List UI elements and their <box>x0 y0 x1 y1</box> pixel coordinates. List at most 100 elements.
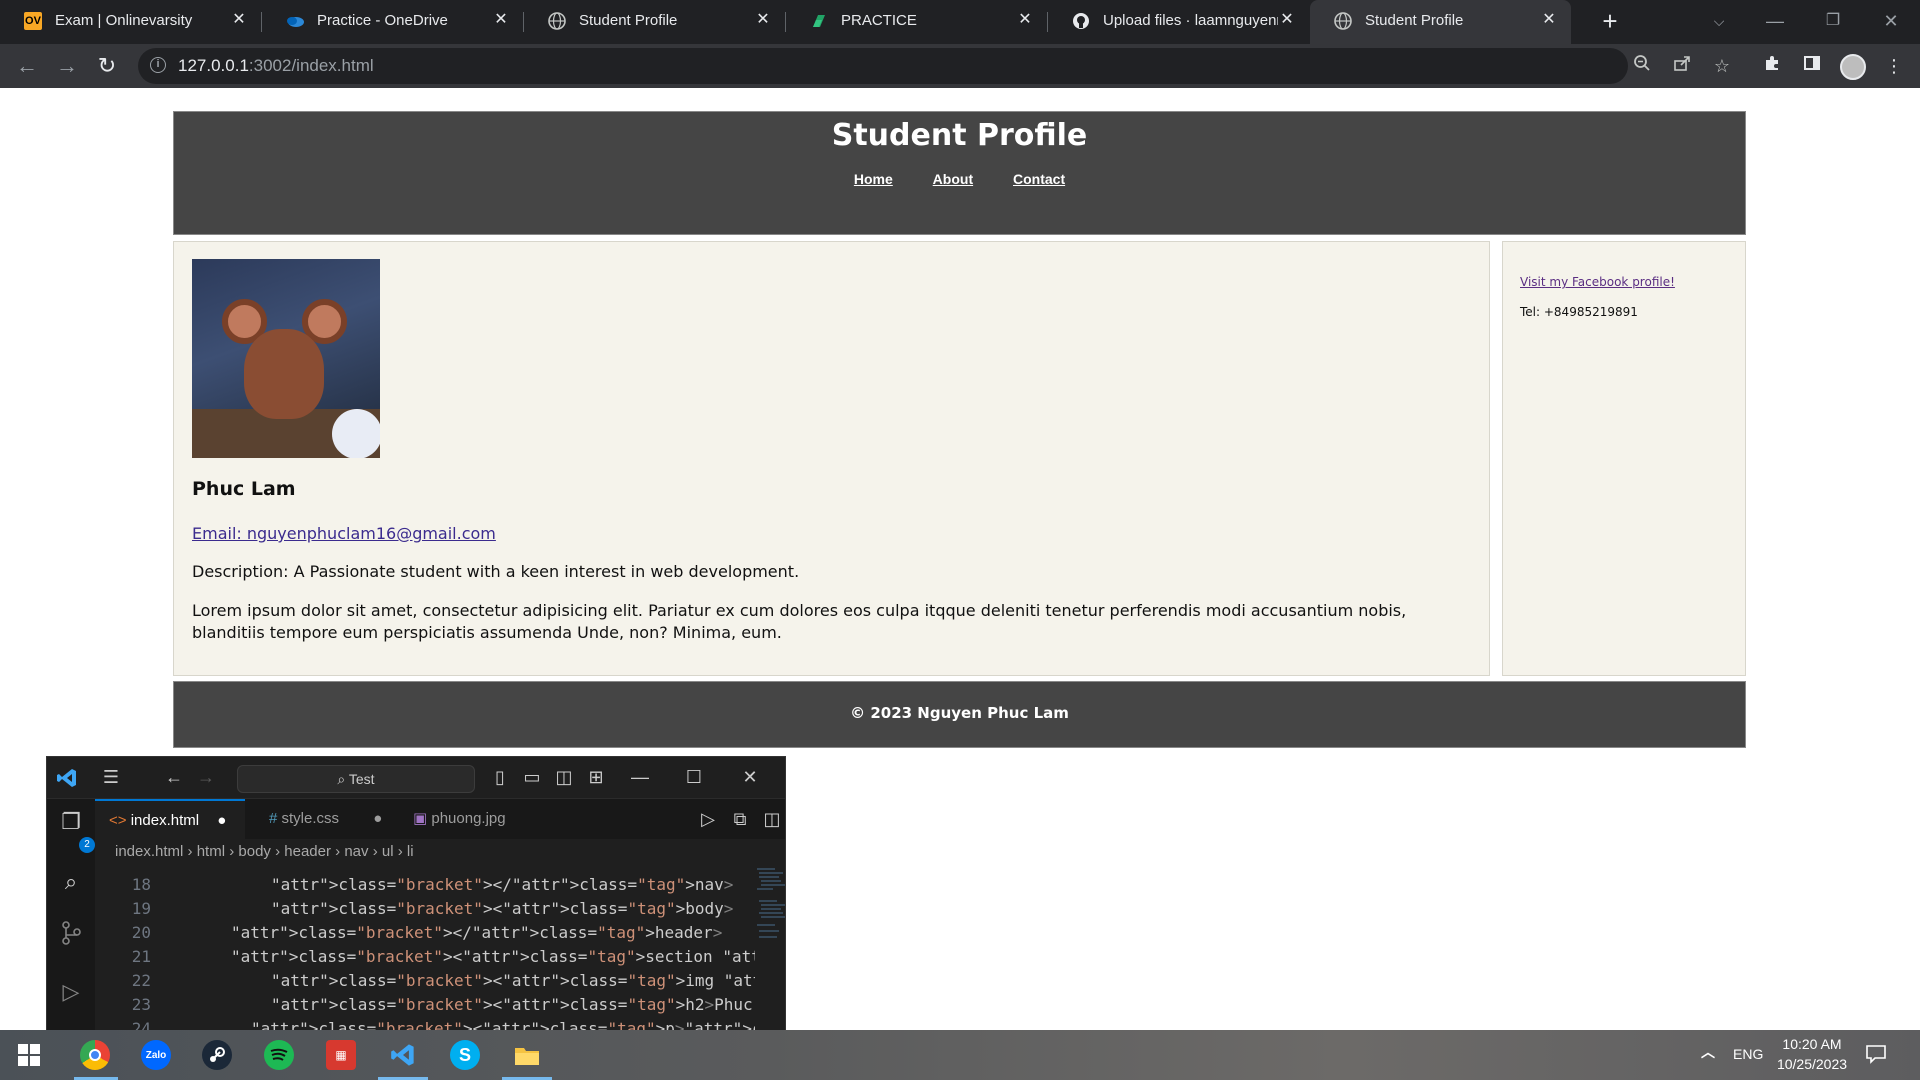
close-icon[interactable]: ✕ <box>1539 10 1559 30</box>
code-line[interactable]: 21 "attr">class="bracket"><"attr">class="… <box>95 945 785 969</box>
page-title: Student Profile <box>831 118 1088 153</box>
extensions-icon[interactable] <box>1758 52 1786 80</box>
editor-tab-phuong-jpg[interactable]: ▣ phuong.jpg <box>395 799 535 839</box>
breadcrumb-item[interactable]: header <box>284 843 331 860</box>
site-footer: © 2023 Nguyen Phuc Lam <box>173 681 1746 748</box>
open-preview-icon[interactable]: ⧉ <box>729 809 751 830</box>
unsaved-dot-icon[interactable]: ● <box>373 810 382 827</box>
vscode-close-icon[interactable]: ✕ <box>739 767 761 788</box>
tab-title: Practice - OneDrive <box>317 12 448 29</box>
editor-tab-index-html[interactable]: <> index.html ● <box>95 799 245 839</box>
editor-tab-style-css[interactable]: # style.css ● <box>245 799 395 839</box>
forward-icon[interactable]: → <box>53 52 81 80</box>
hamburger-menu-icon[interactable]: ☰ <box>99 767 123 788</box>
tab-exam[interactable]: OV Exam | Onlinevarsity ✕ <box>0 0 261 44</box>
breadcrumb-separator-icon: › <box>393 843 407 860</box>
image-file-icon: ▣ <box>413 810 428 827</box>
explorer-icon[interactable]: ❐ <box>59 809 83 835</box>
email-link[interactable]: Email: nguyenphuclam16@gmail.com <box>192 524 496 543</box>
search-panel-icon[interactable]: ⌕ <box>59 869 83 895</box>
close-icon[interactable]: ✕ <box>753 10 773 30</box>
line-number: 22 <box>131 971 151 990</box>
run-debug-icon[interactable]: ▷ <box>59 979 83 1005</box>
toggle-primary-sidebar-icon[interactable]: ▯ <box>489 767 511 788</box>
zalo-taskbar-icon[interactable]: Zalo <box>141 1040 171 1070</box>
split-editor-icon[interactable]: ◫ <box>761 809 783 830</box>
vscode-maximize-icon[interactable]: ☐ <box>683 767 705 788</box>
profile-photo <box>192 259 380 458</box>
notification-icon[interactable] <box>1864 1042 1888 1066</box>
office-taskbar-icon[interactable]: ▦ <box>326 1040 356 1070</box>
bookmark-star-icon[interactable]: ☆ <box>1708 52 1736 80</box>
source-control-icon[interactable] <box>59 921 83 950</box>
vscode-minimize-icon[interactable]: — <box>629 767 651 788</box>
address-url[interactable]: 127.0.0.1:3002/index.html <box>178 56 374 76</box>
code-line[interactable]: 19 "attr">class="bracket"><"attr">class="… <box>95 897 734 921</box>
language-indicator[interactable]: ENG <box>1733 1046 1763 1062</box>
skype-taskbar-icon[interactable]: S <box>450 1040 480 1070</box>
windows-start-icon[interactable] <box>14 1040 44 1070</box>
close-icon[interactable]: ✕ <box>1015 10 1035 30</box>
chrome-taskbar-icon[interactable] <box>80 1040 110 1070</box>
close-icon[interactable]: ✕ <box>491 10 511 30</box>
clock[interactable]: 10:20 AM 10/25/2023 <box>1770 1034 1854 1074</box>
breadcrumb-item[interactable]: body <box>238 843 271 860</box>
command-center-search[interactable]: ⌕ Test <box>237 765 475 793</box>
profile-avatar[interactable] <box>1840 54 1866 80</box>
restore-icon[interactable]: ❐ <box>1810 6 1856 36</box>
nav-back-icon[interactable]: ← <box>163 767 185 788</box>
github-icon <box>1072 12 1090 30</box>
breadcrumb-item[interactable]: nav <box>344 843 368 860</box>
menu-kebab-icon[interactable]: ⋮ <box>1880 52 1908 80</box>
close-icon[interactable]: ✕ <box>229 10 249 30</box>
code-line[interactable]: 20 "attr">class="bracket"></"attr">class=… <box>95 921 723 945</box>
new-tab-button[interactable]: + <box>1596 8 1624 36</box>
explorer-badge: 2 <box>79 837 95 853</box>
student-name: Phuc Lam <box>192 478 296 500</box>
unsaved-dot-icon[interactable]: ● <box>217 812 226 829</box>
facebook-link[interactable]: Visit my Facebook profile! <box>1520 275 1675 289</box>
zoom-icon[interactable] <box>1628 52 1656 80</box>
close-window-icon[interactable]: ✕ <box>1868 6 1914 36</box>
code-line[interactable]: 23 "attr">class="bracket"><"attr">class="… <box>95 993 785 1017</box>
breadcrumb-item[interactable]: li <box>407 843 414 860</box>
address-bar[interactable]: i 127.0.0.1:3002/index.html <box>138 48 1628 84</box>
spotify-taskbar-icon[interactable] <box>264 1040 294 1070</box>
steam-taskbar-icon[interactable] <box>202 1040 232 1070</box>
url-host: 127.0.0.1 <box>178 56 249 75</box>
run-file-icon[interactable]: ▷ <box>697 809 719 830</box>
code-text: "attr">class="bracket"></"attr">class="t… <box>231 923 723 942</box>
tab-student-profile-active[interactable]: Student Profile ✕ <box>1310 0 1571 44</box>
site-info-icon[interactable]: i <box>150 57 166 73</box>
nav-forward-icon[interactable]: → <box>195 767 217 788</box>
tab-student-profile-1[interactable]: Student Profile ✕ <box>524 0 785 44</box>
tab-search-icon[interactable]: ⌵ <box>1696 6 1742 36</box>
tab-practice[interactable]: PRACTICE ✕ <box>786 0 1047 44</box>
nav-link-about[interactable]: About <box>933 171 973 187</box>
code-line[interactable]: 22 "attr">class="bracket"><"attr">class="… <box>95 969 785 993</box>
vscode-logo-icon <box>55 767 79 791</box>
profile-section: Phuc Lam Email: nguyenphuclam16@gmail.co… <box>173 241 1490 676</box>
breadcrumb-item[interactable]: ul <box>382 843 394 860</box>
share-icon[interactable] <box>1668 52 1696 80</box>
vscode-taskbar-icon[interactable] <box>388 1040 418 1070</box>
back-icon[interactable]: ← <box>13 52 41 80</box>
close-icon[interactable]: ✕ <box>1277 10 1297 30</box>
tab-onedrive[interactable]: Practice - OneDrive ✕ <box>262 0 523 44</box>
code-line[interactable]: 18 "attr">class="bracket"></"attr">class=… <box>95 873 734 897</box>
reload-icon[interactable]: ↻ <box>93 52 121 80</box>
breadcrumb-item[interactable]: index.html <box>115 843 183 860</box>
breadcrumb-item[interactable]: html <box>197 843 225 860</box>
line-number: 23 <box>131 995 151 1014</box>
file-explorer-taskbar-icon[interactable] <box>512 1040 542 1070</box>
tab-github-upload[interactable]: Upload files · laamnguyenn ✕ <box>1048 0 1309 44</box>
nav-link-home[interactable]: Home <box>854 171 893 187</box>
customize-layout-icon[interactable]: ⊞ <box>585 767 607 788</box>
minimize-icon[interactable]: — <box>1752 6 1798 36</box>
side-panel-icon[interactable] <box>1798 52 1826 80</box>
tray-chevron-up-icon[interactable]: ︿ <box>1698 1042 1718 1062</box>
toggle-secondary-sidebar-icon[interactable]: ◫ <box>553 767 575 788</box>
tab-title: Student Profile <box>579 12 678 29</box>
toggle-panel-icon[interactable]: ▭ <box>521 767 543 788</box>
nav-link-contact[interactable]: Contact <box>1013 171 1065 187</box>
